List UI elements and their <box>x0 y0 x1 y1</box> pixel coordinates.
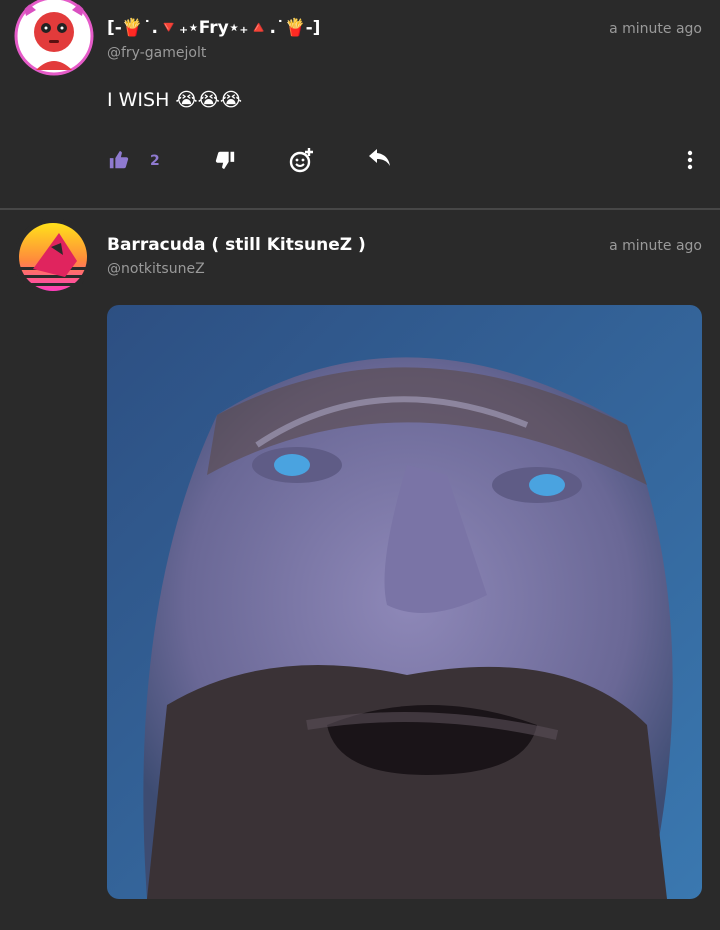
user-avatar[interactable] <box>14 0 94 76</box>
timestamp: a minute ago <box>609 238 702 254</box>
like-button[interactable] <box>104 148 134 176</box>
post: Barracuda ( still KitsuneZ ) @notkitsune… <box>0 210 720 930</box>
timestamp: a minute ago <box>609 21 702 37</box>
username[interactable]: @notkitsuneZ <box>107 261 205 277</box>
post-text: I WISH 😭😭😭 <box>107 89 243 111</box>
username[interactable]: @fry-gamejolt <box>107 45 206 61</box>
display-name[interactable]: Barracuda ( still KitsuneZ ) <box>107 235 366 255</box>
add-reaction-icon <box>289 147 315 177</box>
thumbs-down-icon <box>214 149 236 175</box>
user-avatar[interactable] <box>13 217 93 297</box>
post-media-image[interactable] <box>107 305 702 899</box>
post: [-🍟˙.🔻₊⋆Fry⋆₊🔺.˙🍟-] @fry-gamejolt a minu… <box>0 0 720 208</box>
more-vertical-icon <box>687 150 693 174</box>
reply-icon <box>368 149 392 175</box>
more-options-button[interactable] <box>676 148 704 176</box>
display-name[interactable]: [-🍟˙.🔻₊⋆Fry⋆₊🔺.˙🍟-] <box>107 18 320 38</box>
reply-button[interactable] <box>364 148 396 176</box>
dislike-button[interactable] <box>210 148 240 176</box>
post-actions: 2 <box>0 148 720 178</box>
like-count: 2 <box>150 153 160 169</box>
add-reaction-button[interactable] <box>286 148 318 176</box>
thumbs-up-icon <box>108 149 130 175</box>
